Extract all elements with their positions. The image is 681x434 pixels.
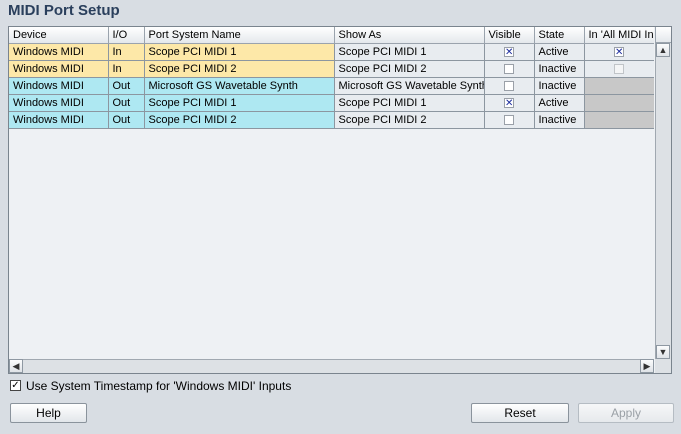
chevron-left-icon: ◀ — [12, 361, 20, 371]
visible-checkbox[interactable] — [504, 81, 514, 92]
column-header-show-as[interactable]: Show As — [334, 27, 485, 44]
cell-device: Windows MIDI — [9, 43, 109, 61]
horizontal-scrollbar[interactable]: ◀ ▶ — [9, 359, 654, 373]
timestamp-checkbox[interactable]: ✓ — [10, 380, 21, 392]
scroll-up-button[interactable]: ▲ — [656, 43, 670, 57]
cell-visible[interactable]: ✕ — [484, 43, 535, 61]
column-header-io[interactable]: I/O — [108, 27, 145, 44]
vertical-scrollbar-header — [655, 27, 671, 43]
reset-button[interactable]: Reset — [471, 403, 569, 423]
port-table: Device I/O Port System Name Show As Visi… — [9, 27, 654, 129]
table-row[interactable]: Windows MIDI Out Microsoft GS Wavetable Sy… — [9, 77, 654, 95]
column-header-state[interactable]: State — [534, 27, 585, 44]
cell-port-system-name: Scope PCI MIDI 1 — [144, 43, 335, 61]
cell-io: Out — [108, 94, 145, 112]
table-header-row: Device I/O Port System Name Show As Visi… — [9, 27, 654, 44]
cell-state: Active — [534, 43, 585, 61]
cell-device: Windows MIDI — [9, 111, 109, 129]
cell-show-as[interactable]: Scope PCI MIDI 1 — [334, 43, 485, 61]
scrollbar-corner — [655, 359, 671, 373]
column-header-visible[interactable]: Visible — [484, 27, 535, 44]
cell-port-system-name: Scope PCI MIDI 2 — [144, 111, 335, 129]
column-header-all-midi-inputs[interactable]: In 'All MIDI Inputs' — [584, 27, 654, 44]
cell-io: In — [108, 43, 145, 61]
chevron-right-icon: ▶ — [643, 361, 651, 371]
cell-state: Inactive — [534, 60, 585, 78]
cell-show-as[interactable]: Scope PCI MIDI 2 — [334, 60, 485, 78]
cell-visible[interactable] — [484, 111, 535, 129]
table-row[interactable]: Windows MIDI In Scope PCI MIDI 2 Scope PCI … — [9, 60, 654, 78]
all-midi-inputs-checkbox[interactable]: ✕ — [614, 47, 624, 58]
scroll-left-button[interactable]: ◀ — [9, 359, 23, 373]
visible-checkbox[interactable] — [504, 64, 514, 75]
column-header-port-system-name[interactable]: Port System Name — [144, 27, 335, 44]
table-row[interactable]: Windows MIDI Out Scope PCI MIDI 2 Scope PCI… — [9, 111, 654, 129]
cell-io: Out — [108, 111, 145, 129]
cell-visible[interactable] — [484, 60, 535, 78]
cell-state: Active — [534, 94, 585, 112]
cell-all-midi-inputs[interactable]: ✕ — [584, 43, 654, 61]
cell-all-midi-inputs — [584, 77, 654, 95]
timestamp-option[interactable]: ✓ Use System Timestamp for 'Windows MIDI'… — [10, 379, 291, 393]
cell-state: Inactive — [534, 77, 585, 95]
scroll-right-button[interactable]: ▶ — [640, 359, 654, 373]
cell-device: Windows MIDI — [9, 60, 109, 78]
cell-state: Inactive — [534, 111, 585, 129]
table-row[interactable]: Windows MIDI Out Scope PCI MIDI 1 Scope PCI… — [9, 94, 654, 112]
port-table-frame: Device I/O Port System Name Show As Visi… — [8, 26, 672, 374]
cell-show-as[interactable]: Scope PCI MIDI 2 — [334, 111, 485, 129]
all-midi-inputs-checkbox[interactable] — [614, 64, 624, 75]
cell-port-system-name: Scope PCI MIDI 2 — [144, 60, 335, 78]
visible-checkbox[interactable]: ✕ — [504, 98, 514, 109]
scroll-down-button[interactable]: ▼ — [656, 345, 670, 359]
cell-show-as[interactable]: Microsoft GS Wavetable Synth — [334, 77, 485, 95]
column-header-device[interactable]: Device — [9, 27, 109, 44]
cell-io: Out — [108, 77, 145, 95]
chevron-down-icon: ▼ — [658, 347, 668, 357]
vertical-scrollbar[interactable]: ▲ ▼ — [655, 43, 671, 359]
visible-checkbox[interactable]: ✕ — [504, 47, 514, 58]
cell-all-midi-inputs — [584, 94, 654, 112]
cell-port-system-name: Scope PCI MIDI 1 — [144, 94, 335, 112]
apply-button[interactable]: Apply — [578, 403, 674, 423]
cell-all-midi-inputs — [584, 111, 654, 129]
cell-io: In — [108, 60, 145, 78]
visible-checkbox[interactable] — [504, 115, 514, 126]
chevron-up-icon: ▲ — [658, 45, 668, 55]
cell-port-system-name: Microsoft GS Wavetable Synth — [144, 77, 335, 95]
port-table-area: Device I/O Port System Name Show As Visi… — [9, 27, 654, 359]
cell-show-as[interactable]: Scope PCI MIDI 1 — [334, 94, 485, 112]
cell-all-midi-inputs[interactable] — [584, 60, 654, 78]
help-button[interactable]: Help — [10, 403, 87, 423]
cell-visible[interactable] — [484, 77, 535, 95]
timestamp-label: Use System Timestamp for 'Windows MIDI' … — [26, 379, 292, 393]
cell-device: Windows MIDI — [9, 94, 109, 112]
dialog-title: MIDI Port Setup — [8, 2, 120, 19]
table-row[interactable]: Windows MIDI In Scope PCI MIDI 1 Scope PCI … — [9, 43, 654, 61]
cell-visible[interactable]: ✕ — [484, 94, 535, 112]
cell-device: Windows MIDI — [9, 77, 109, 95]
